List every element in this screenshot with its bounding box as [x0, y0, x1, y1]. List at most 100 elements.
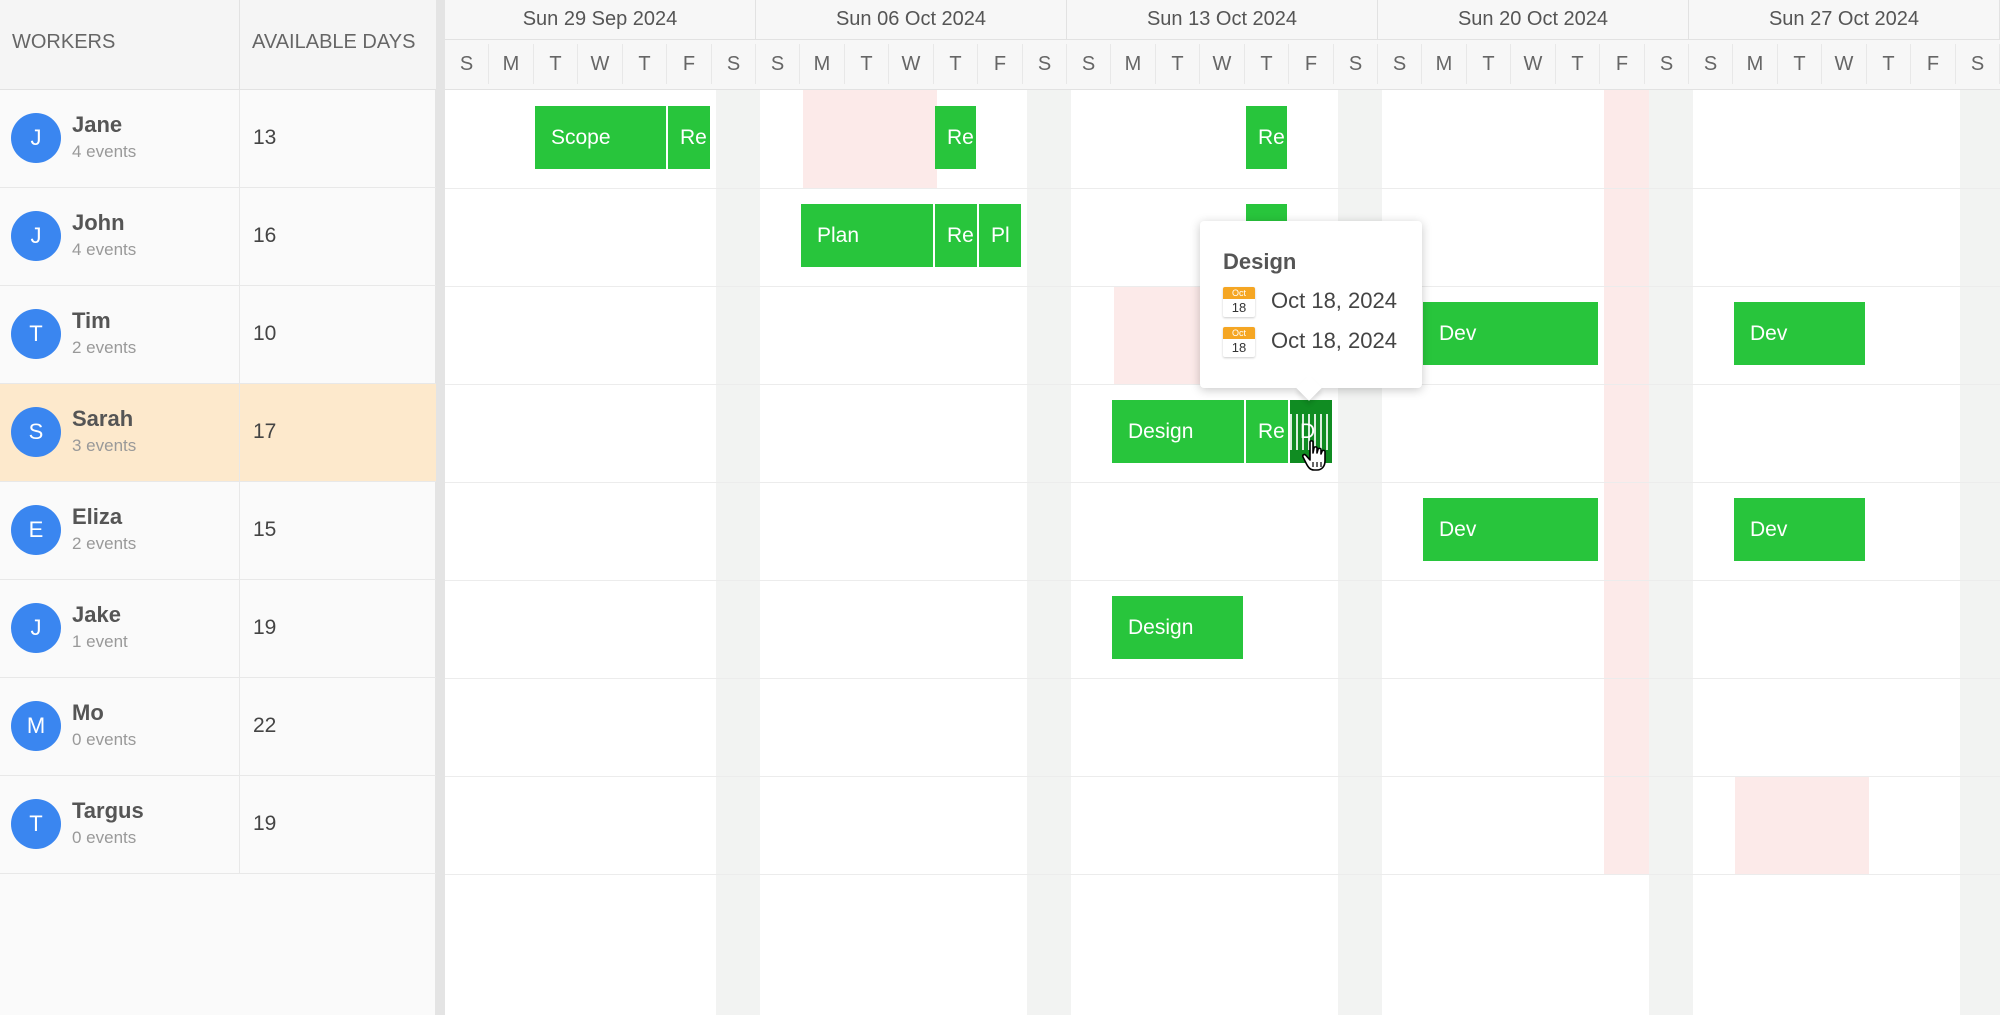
- event-bar[interactable]: Re: [668, 106, 712, 169]
- calendar-day: 18: [1231, 340, 1247, 355]
- weekend-column: [1960, 90, 2000, 1015]
- event-bar[interactable]: Pl: [979, 204, 1023, 267]
- day-header: T: [534, 44, 578, 84]
- event-tooltip: Design Oct 18 Oct 18, 2024 Oct 18 Oct 18…: [1200, 221, 1422, 388]
- avatar: J: [11, 113, 61, 163]
- day-header: S: [445, 44, 489, 84]
- event-bar[interactable]: Plan: [801, 204, 935, 267]
- day-header: W: [578, 44, 623, 84]
- tooltip-title: Design: [1223, 249, 1297, 274]
- grid-splitter[interactable]: [436, 0, 445, 1015]
- non-working-time: [1735, 776, 1869, 874]
- worker-name-cell: M Mo 0 events: [0, 678, 240, 776]
- day-header: M: [1111, 44, 1156, 84]
- event-bar[interactable]: Re: [935, 204, 979, 267]
- calendar-icon: Oct 18: [1223, 327, 1255, 357]
- worker-name: Targus: [72, 798, 144, 823]
- event-bar[interactable]: Scope: [535, 106, 668, 169]
- worker-row[interactable]: M Mo 0 events 22: [0, 678, 436, 776]
- avatar: J: [11, 603, 61, 653]
- worker-name-cell: J Jane 4 events: [0, 90, 240, 188]
- week-header: Sun 29 Sep 2024: [445, 0, 756, 40]
- non-working-time: [1114, 286, 1204, 384]
- day-header: S: [1645, 44, 1689, 84]
- worker-name-cell: T Targus 0 events: [0, 776, 240, 874]
- workers-grid: WORKERS AVAILABLE DAYS J Jane 4 events 1…: [0, 0, 436, 1015]
- row-divider: [445, 188, 2000, 189]
- event-bar[interactable]: Dev: [1423, 302, 1600, 365]
- avatar: T: [11, 309, 61, 359]
- row-divider: [445, 776, 2000, 777]
- day-header: F: [1600, 44, 1645, 84]
- day-header: T: [1867, 44, 1911, 84]
- day-header: S: [756, 44, 800, 84]
- week-header: Sun 20 Oct 2024: [1378, 0, 1689, 40]
- worker-row[interactable]: T Targus 0 events 19: [0, 776, 436, 874]
- calendar-month: Oct: [1223, 327, 1255, 339]
- column-header-workers[interactable]: WORKERS: [0, 0, 240, 90]
- day-header: M: [1422, 44, 1467, 84]
- worker-name: John: [72, 210, 125, 235]
- calendar-icon: Oct 18: [1223, 287, 1255, 317]
- available-days-value: 16: [253, 224, 277, 247]
- day-header: W: [889, 44, 934, 84]
- event-bar[interactable]: Design: [1112, 596, 1245, 659]
- event-bar[interactable]: Re: [935, 106, 978, 169]
- non-working-time: [803, 90, 937, 188]
- day-header: S: [1023, 44, 1067, 84]
- avatar: T: [11, 799, 61, 849]
- schedule-timeline[interactable]: Sun 29 Sep 2024 Sun 06 Oct 2024 Sun 13 O…: [445, 0, 2000, 1015]
- day-header: S: [1334, 44, 1378, 84]
- day-header: S: [1378, 44, 1422, 84]
- calendar-day: 18: [1231, 300, 1247, 315]
- day-header: F: [978, 44, 1023, 84]
- row-divider: [445, 678, 2000, 679]
- worker-event-count: 2 events: [72, 338, 137, 357]
- day-header: S: [712, 44, 756, 84]
- row-divider: [445, 874, 2000, 875]
- time-axis-header: Sun 29 Sep 2024 Sun 06 Oct 2024 Sun 13 O…: [445, 0, 2000, 90]
- day-header: F: [667, 44, 712, 84]
- column-header-available-days[interactable]: AVAILABLE DAYS: [240, 0, 436, 90]
- event-bar[interactable]: Dev: [1734, 302, 1867, 365]
- worker-row[interactable]: J John 4 events 16: [0, 188, 436, 286]
- worker-row-selected[interactable]: S Sarah 3 events 17: [0, 384, 436, 482]
- grid-header: WORKERS AVAILABLE DAYS: [0, 0, 436, 90]
- day-header: F: [1911, 44, 1956, 84]
- worker-name: Tim: [72, 308, 111, 333]
- day-header: M: [489, 44, 534, 84]
- worker-row[interactable]: J Jake 1 event 19: [0, 580, 436, 678]
- available-days-value: 13: [253, 126, 277, 149]
- event-bar[interactable]: Design: [1112, 400, 1246, 463]
- week-header: Sun 13 Oct 2024: [1067, 0, 1378, 40]
- weekend-column: [716, 90, 760, 1015]
- worker-row[interactable]: E Eliza 2 events 15: [0, 482, 436, 580]
- event-bar[interactable]: Dev: [1423, 498, 1600, 561]
- day-header: T: [845, 44, 889, 84]
- event-bar[interactable]: Re: [1246, 106, 1289, 169]
- worker-row[interactable]: T Tim 2 events 10: [0, 286, 436, 384]
- event-bar[interactable]: Re: [1246, 400, 1290, 463]
- worker-name: Jake: [72, 602, 121, 627]
- worker-event-count: 4 events: [72, 240, 137, 259]
- available-days-value: 22: [253, 714, 277, 737]
- worker-event-count: 0 events: [72, 828, 137, 847]
- worker-name-cell: T Tim 2 events: [0, 286, 240, 384]
- start-date-text: Oct 18, 2024: [1271, 288, 1397, 313]
- day-header: W: [1511, 44, 1556, 84]
- worker-row[interactable]: J Jane 4 events 13: [0, 90, 436, 188]
- day-header: T: [1556, 44, 1600, 84]
- worker-event-count: 0 events: [72, 730, 137, 749]
- worker-event-count: 2 events: [72, 534, 137, 553]
- worker-name-cell: E Eliza 2 events: [0, 482, 240, 580]
- worker-name: Sarah: [72, 406, 134, 431]
- row-divider: [445, 482, 2000, 483]
- week-header: Sun 27 Oct 2024: [1689, 0, 2000, 40]
- day-header: S: [1067, 44, 1111, 84]
- day-header: W: [1822, 44, 1867, 84]
- worker-name: Mo: [72, 700, 104, 725]
- available-days-value: 19: [253, 812, 277, 835]
- weekend-column: [1649, 90, 1693, 1015]
- day-header: S: [1956, 44, 2000, 84]
- event-bar[interactable]: Dev: [1734, 498, 1867, 561]
